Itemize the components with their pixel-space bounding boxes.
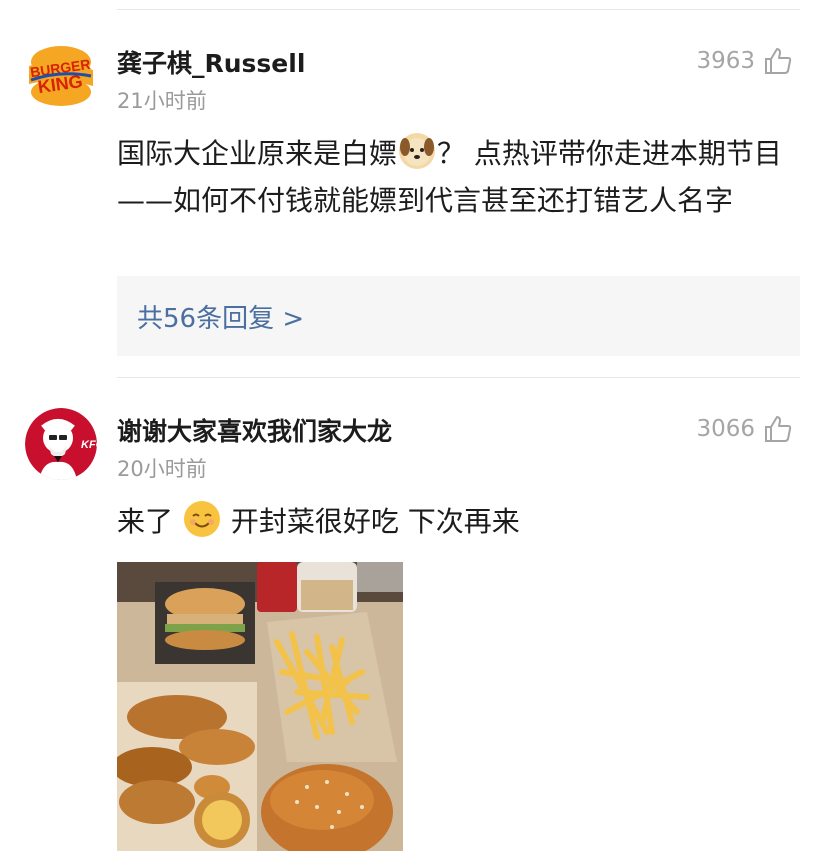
thumbs-up-icon	[765, 48, 792, 74]
dog-face-emoji-icon	[399, 133, 436, 169]
like-count: 3066	[696, 416, 755, 442]
divider	[117, 9, 800, 10]
view-replies-button[interactable]: 共56条回复 >	[117, 276, 800, 356]
comment-text: 来了 开封菜很好吃 下次再来	[117, 498, 797, 545]
smiling-face-emoji-icon	[183, 501, 220, 537]
username[interactable]: 龚子棋_Russell	[117, 44, 305, 80]
svg-text:KFC: KFC	[81, 439, 97, 451]
comment-text-part: 来了	[117, 505, 174, 538]
burger-king-logo-icon: BURGER KING	[29, 46, 93, 106]
thumbs-up-icon	[765, 416, 792, 442]
comment-feed: BURGER KING 龚子棋_Russell 21小时前 3963 国际大企业…	[0, 0, 828, 859]
fast-food-meal-photo[interactable]	[117, 562, 403, 851]
avatar[interactable]: BURGER KING	[25, 40, 97, 112]
comment-text-part: 开封菜很好吃 下次再来	[221, 505, 520, 538]
divider	[117, 377, 800, 378]
comment-text: 国际大企业原来是白嫖？ 点热评带你走进本期节目——如何不付钱就能嫖到代言甚至还打…	[117, 130, 797, 224]
kfc-logo-icon: KFC	[25, 408, 97, 480]
like-count: 3963	[696, 48, 755, 74]
like-button[interactable]: 3066	[696, 414, 793, 444]
avatar[interactable]: KFC	[25, 408, 97, 480]
timestamp: 20小时前	[117, 457, 207, 481]
like-button[interactable]: 3963	[696, 46, 793, 76]
username[interactable]: 谢谢大家喜欢我们家大龙	[117, 412, 392, 448]
timestamp: 21小时前	[117, 89, 207, 113]
comment-text-part: 国际大企业原来是白嫖	[117, 137, 398, 170]
